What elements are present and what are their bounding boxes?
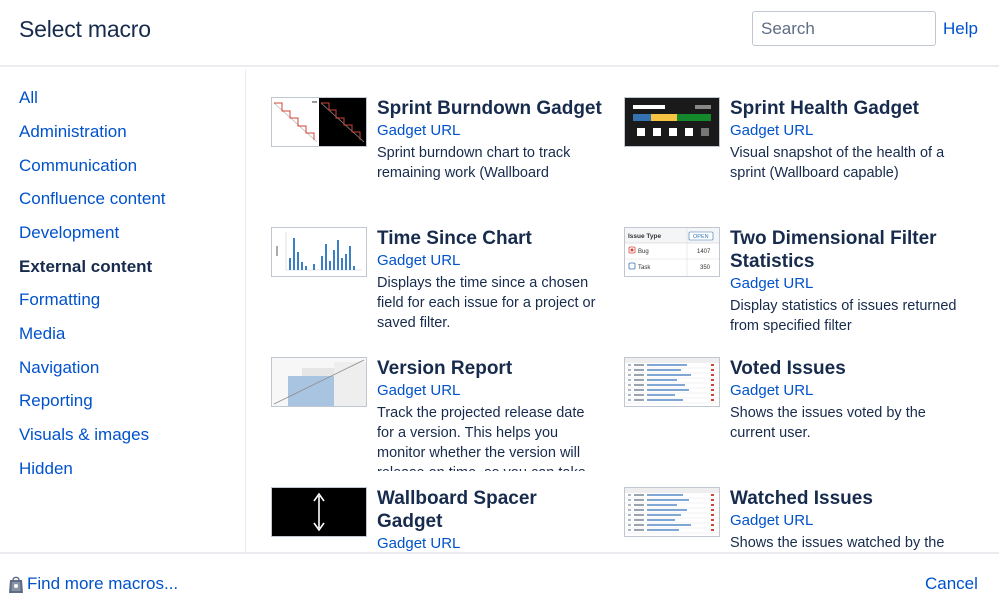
marketplace-bag-icon bbox=[9, 576, 23, 593]
macro-name: Two Dimensional Filter Statistics bbox=[730, 228, 937, 272]
macro-card-sprint-health[interactable]: Sprint Health Gadget Gadget URL Visual s… bbox=[624, 97, 964, 213]
macro-name: Time Since Chart bbox=[377, 228, 532, 249]
macro-card-version-report[interactable]: Version Report Gadget URL Track the proj… bbox=[271, 357, 611, 473]
dialog-footer: Find more macros... Cancel bbox=[0, 552, 999, 611]
category-all[interactable]: All bbox=[19, 88, 38, 108]
dialog-header: Select macro Help bbox=[0, 0, 999, 67]
thumb-open-badge: OPEN bbox=[693, 234, 709, 240]
search-input[interactable] bbox=[752, 11, 936, 46]
category-external-content[interactable]: External content bbox=[19, 257, 152, 277]
thumb-bug-count: 1407 bbox=[697, 249, 711, 255]
category-navigation[interactable]: Navigation bbox=[19, 358, 99, 378]
burndown-chart-thumbnail bbox=[271, 97, 367, 147]
category-hidden[interactable]: Hidden bbox=[19, 459, 73, 479]
macro-type: Gadget URL bbox=[377, 252, 461, 269]
cancel-button[interactable]: Cancel bbox=[925, 574, 978, 594]
issue-list-thumbnail bbox=[624, 357, 720, 407]
dialog-title: Select macro bbox=[19, 16, 151, 42]
macro-card-sprint-burndown[interactable]: Sprint Burndown Gadget Gadget URL Sprint… bbox=[271, 97, 611, 213]
thumb-issue-type-header: Issue Type bbox=[628, 233, 662, 240]
macro-type: Gadget URL bbox=[730, 275, 814, 292]
category-communication[interactable]: Communication bbox=[19, 156, 137, 176]
macro-card-wallboard-spacer[interactable]: Wallboard Spacer Gadget Gadget URL bbox=[271, 487, 611, 552]
macro-type: Gadget URL bbox=[730, 382, 814, 399]
find-more-macros-label: Find more macros... bbox=[27, 574, 179, 593]
macro-card-watched-issues[interactable]: Watched Issues Gadget URL Shows the issu… bbox=[624, 487, 964, 552]
bar-chart-thumbnail bbox=[271, 227, 367, 277]
issue-list-thumbnail bbox=[624, 487, 720, 537]
macro-list: Sprint Burndown Gadget Gadget URL Sprint… bbox=[247, 69, 999, 552]
macro-type: Gadget URL bbox=[377, 382, 461, 399]
category-administration[interactable]: Administration bbox=[19, 122, 127, 142]
macro-name: Sprint Burndown Gadget bbox=[377, 98, 602, 119]
category-confluence-content[interactable]: Confluence content bbox=[19, 189, 166, 209]
macro-description: Shows the issues voted by the current us… bbox=[730, 405, 926, 441]
macro-type: Gadget URL bbox=[377, 122, 461, 139]
help-link[interactable]: Help bbox=[943, 19, 978, 39]
macro-card-time-since-chart[interactable]: Time Since Chart Gadget URL Displays the… bbox=[271, 227, 611, 343]
category-sidebar: All Administration Communication Conflue… bbox=[0, 69, 246, 552]
health-bars-thumbnail bbox=[624, 97, 720, 147]
macro-description: Sprint burndown chart to track remaining… bbox=[377, 145, 571, 181]
macro-type: Gadget URL bbox=[730, 122, 814, 139]
macro-type: Gadget URL bbox=[377, 535, 461, 552]
macro-name: Sprint Health Gadget bbox=[730, 98, 919, 119]
thumb-bug-label: Bug bbox=[638, 249, 649, 255]
macro-card-two-dimensional-filter[interactable]: Issue Type OPEN Bug 1407 Task 350 Two Di… bbox=[624, 227, 964, 343]
macro-card-voted-issues[interactable]: Voted Issues Gadget URL Shows the issues… bbox=[624, 357, 964, 473]
category-development[interactable]: Development bbox=[19, 223, 119, 243]
macro-type: Gadget URL bbox=[730, 512, 814, 529]
issue-type-table-thumbnail: Issue Type OPEN Bug 1407 Task 350 bbox=[624, 227, 720, 277]
thumb-task-count: 350 bbox=[700, 265, 711, 271]
macro-name: Voted Issues bbox=[730, 358, 846, 379]
macro-description: Shows the issues watched by the current … bbox=[730, 535, 945, 551]
macro-description: Displays the time since a chosen field f… bbox=[377, 275, 596, 331]
macro-name: Watched Issues bbox=[730, 488, 873, 509]
macro-description: Track the projected release date for a v… bbox=[377, 405, 586, 471]
macro-name: Wallboard Spacer Gadget bbox=[377, 488, 537, 532]
spacer-arrow-thumbnail bbox=[271, 487, 367, 537]
category-media[interactable]: Media bbox=[19, 324, 65, 344]
category-reporting[interactable]: Reporting bbox=[19, 391, 93, 411]
category-visuals-images[interactable]: Visuals & images bbox=[19, 425, 149, 445]
find-more-macros-link[interactable]: Find more macros... bbox=[8, 574, 178, 594]
macro-description: Display statistics of issues returned fr… bbox=[730, 298, 957, 334]
category-formatting[interactable]: Formatting bbox=[19, 290, 100, 310]
version-chart-thumbnail bbox=[271, 357, 367, 407]
macro-name: Version Report bbox=[377, 358, 513, 379]
thumb-task-label: Task bbox=[638, 265, 651, 271]
macro-description: Visual snapshot of the health of a sprin… bbox=[730, 145, 945, 181]
